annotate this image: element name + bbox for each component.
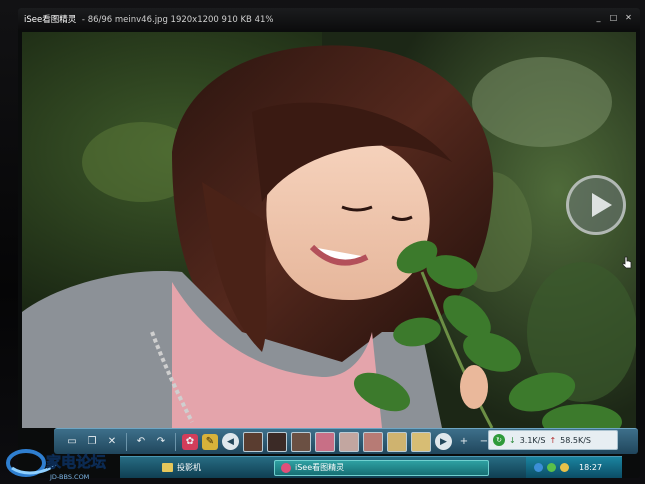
taskbar-folder-label: 投影机 xyxy=(177,463,201,472)
zoom-in-icon[interactable]: + xyxy=(456,434,472,450)
tray-icon[interactable] xyxy=(560,463,569,472)
taskbar-folder-item[interactable]: 投影机 xyxy=(156,460,266,476)
system-tray: 18:27 xyxy=(526,456,622,478)
svg-text:家电论坛: 家电论坛 xyxy=(46,453,106,471)
upload-speed: 58.5K/S xyxy=(560,435,591,445)
thumbnail[interactable] xyxy=(243,431,263,452)
upload-arrow-icon: ↑ xyxy=(549,435,557,445)
download-speed: 3.1K/S xyxy=(519,435,546,445)
thumbnail[interactable] xyxy=(411,431,431,452)
network-speed-widget: ↻ ↓ 3.1K/S ↑ 58.5K/S xyxy=(488,430,618,450)
gift-icon[interactable]: ✿ xyxy=(182,433,198,450)
taskbar: 投影机 iSee看图精灵 18:27 xyxy=(120,456,622,478)
window-controls: _ □ ✕ xyxy=(593,12,634,23)
thumbnail[interactable] xyxy=(267,431,287,452)
maximize-button[interactable]: □ xyxy=(608,12,619,23)
clock: 18:27 xyxy=(579,463,603,472)
toolbar-divider xyxy=(175,432,176,451)
undo-icon[interactable]: ↶ xyxy=(133,434,149,450)
minimize-button[interactable]: _ xyxy=(593,12,604,23)
thumbnail[interactable] xyxy=(291,431,311,452)
next-image-overlay-button[interactable] xyxy=(566,175,626,235)
taskbar-app-label: iSee看图精灵 xyxy=(295,463,345,472)
thumbnail[interactable] xyxy=(315,431,335,452)
photo-illustration xyxy=(22,32,636,428)
app-name: iSee看图精灵 xyxy=(24,15,77,25)
close-button[interactable]: ✕ xyxy=(623,12,634,23)
brush-icon[interactable]: ✎ xyxy=(202,433,218,450)
taskbar-active-app[interactable]: iSee看图精灵 xyxy=(274,459,489,476)
isee-app-icon xyxy=(281,462,291,473)
photo-viewer-image[interactable] xyxy=(22,32,636,428)
screen: iSee看图精灵 - 86/96 meinv46.jpg 1920x1200 9… xyxy=(18,8,640,478)
thumbnail[interactable] xyxy=(387,431,407,452)
next-image-button[interactable]: ▶ xyxy=(435,433,452,450)
download-arrow-icon: ↓ xyxy=(509,435,516,445)
tray-icon[interactable] xyxy=(534,463,543,472)
previous-image-button[interactable]: ◀ xyxy=(222,433,239,450)
tray-icon[interactable] xyxy=(547,463,556,472)
redo-icon[interactable]: ↷ xyxy=(153,434,169,450)
thumbnail[interactable] xyxy=(363,431,383,452)
folder-icon xyxy=(162,463,173,472)
window-title: iSee看图精灵 - 86/96 meinv46.jpg 1920x1200 9… xyxy=(24,13,273,25)
file-info: - 86/96 meinv46.jpg 1920x1200 910 KB 41% xyxy=(81,15,274,25)
thumbnail[interactable] xyxy=(339,431,359,452)
title-bar: iSee看图精灵 - 86/96 meinv46.jpg 1920x1200 9… xyxy=(18,8,640,30)
svg-text:JD-BBS.COM: JD-BBS.COM xyxy=(49,473,89,481)
network-icon: ↻ xyxy=(493,434,505,446)
watermark-logo: 家电论坛 JD-BBS.COM xyxy=(6,449,106,481)
hand-cursor-icon xyxy=(622,256,632,269)
